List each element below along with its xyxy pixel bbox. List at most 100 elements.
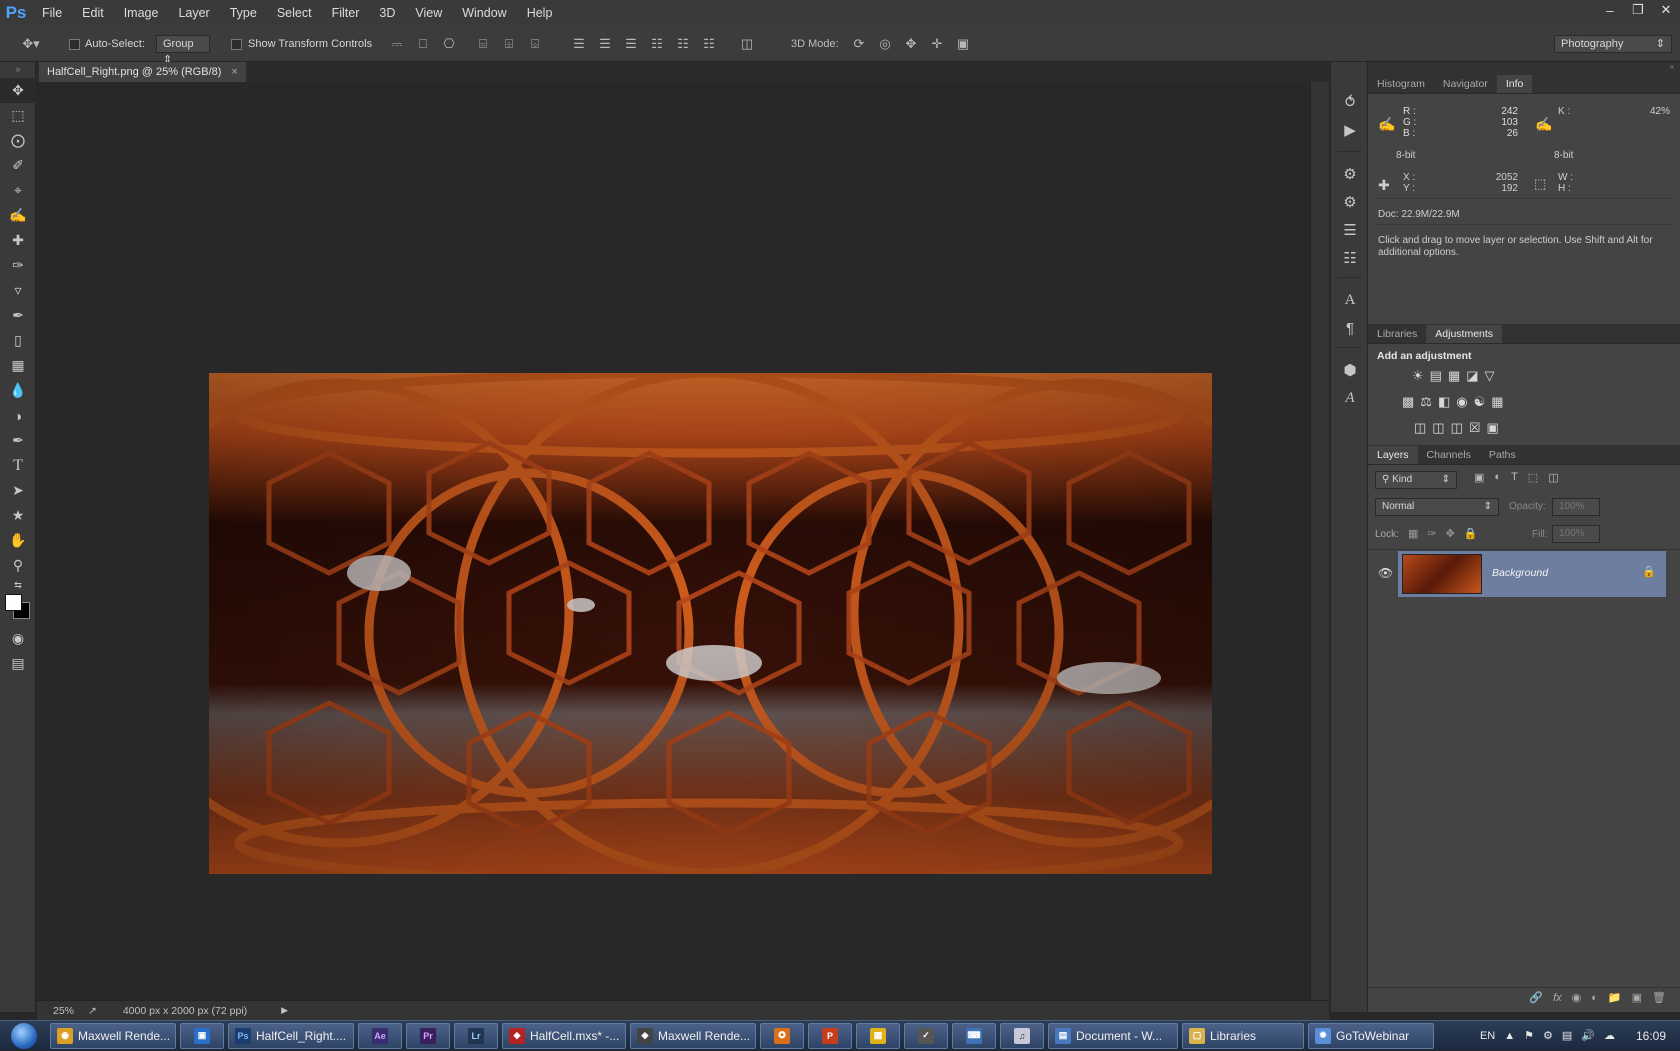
- history-brush-tool-icon[interactable]: ✒: [0, 303, 36, 328]
- exposure-icon[interactable]: ◪: [1466, 368, 1478, 384]
- minimize-icon[interactable]: –: [1596, 0, 1624, 20]
- type-tool-icon[interactable]: T: [0, 453, 36, 478]
- tray-expand-icon[interactable]: ▲: [1504, 1030, 1515, 1042]
- tab-info[interactable]: Info: [1496, 75, 1533, 93]
- glyphs-icon[interactable]: A: [1331, 384, 1369, 412]
- taskbar-item-maxwell-render[interactable]: ◆ Maxwell Rende...: [630, 1022, 756, 1049]
- invert-icon[interactable]: ◫: [1414, 420, 1426, 436]
- selective-color-icon[interactable]: ☒: [1469, 420, 1481, 436]
- hand-tool-icon[interactable]: ✋: [0, 528, 36, 553]
- fill-field[interactable]: 100%: [1552, 525, 1600, 543]
- shape-tool-icon[interactable]: ★: [0, 503, 36, 528]
- photo-filter-icon[interactable]: ◉: [1456, 394, 1467, 410]
- foreground-color-swatch[interactable]: [5, 594, 22, 611]
- document-tab[interactable]: HalfCell_Right.png @ 25% (RGB/8) ×: [39, 62, 246, 82]
- distribute-bottom-icon[interactable]: ☰: [622, 35, 640, 53]
- color-balance-icon[interactable]: ⚖: [1420, 394, 1432, 410]
- swap-colors-icon[interactable]: ⇆: [0, 578, 36, 592]
- show-transform-checkbox[interactable]: [231, 39, 242, 50]
- menu-view[interactable]: View: [405, 0, 452, 26]
- filter-pixel-icon[interactable]: ▣: [1474, 471, 1484, 484]
- 3d-roll-icon[interactable]: ◎: [876, 35, 894, 53]
- distribute-vcenter-icon[interactable]: ☰: [596, 35, 614, 53]
- properties-icon[interactable]: ⚙: [1331, 160, 1369, 188]
- start-button[interactable]: [0, 1021, 48, 1051]
- quick-selection-tool-icon[interactable]: ✐: [0, 153, 36, 178]
- tab-channels[interactable]: Channels: [1418, 446, 1480, 464]
- taskbar-item-app2[interactable]: ▦: [856, 1022, 900, 1049]
- paragraph-icon[interactable]: ¶: [1331, 314, 1369, 342]
- gradient-map-icon[interactable]: ▣: [1487, 420, 1499, 436]
- menu-3d[interactable]: 3D: [369, 0, 405, 26]
- volume-icon[interactable]: 🔊: [1581, 1029, 1595, 1042]
- dodge-tool-icon[interactable]: ◑: [0, 403, 36, 428]
- align-bottom-icon[interactable]: ⎔: [440, 35, 458, 53]
- filter-type-icon[interactable]: T: [1511, 471, 1518, 484]
- distribute-right-icon[interactable]: ☷: [700, 35, 718, 53]
- clone-source-icon[interactable]: ☷: [1331, 244, 1369, 272]
- filter-shape-icon[interactable]: ⬚: [1528, 471, 1538, 484]
- clone-stamp-tool-icon[interactable]: ▿: [0, 278, 36, 303]
- layer-name[interactable]: Background: [1492, 567, 1548, 579]
- path-selection-tool-icon[interactable]: ➤: [0, 478, 36, 503]
- align-top-icon[interactable]: ⎓: [388, 35, 406, 53]
- opacity-field[interactable]: 100%: [1552, 498, 1600, 516]
- distribute-top-icon[interactable]: ☰: [570, 35, 588, 53]
- move-tool-icon[interactable]: ✥: [0, 78, 36, 103]
- panels-collapse-icon[interactable]: «: [1368, 62, 1680, 74]
- link-layers-icon[interactable]: 🔗: [1529, 991, 1543, 1004]
- taskbar-item-lightroom[interactable]: Lr: [454, 1022, 498, 1049]
- align-left-icon[interactable]: ⌸: [474, 35, 492, 53]
- tab-navigator[interactable]: Navigator: [1434, 75, 1497, 93]
- 3d-icon[interactable]: ⬢: [1331, 356, 1369, 384]
- eraser-tool-icon[interactable]: ▯: [0, 328, 36, 353]
- new-adjustment-layer-icon[interactable]: ◐: [1591, 992, 1598, 1004]
- clock[interactable]: 16:09: [1636, 1029, 1666, 1043]
- delete-layer-icon[interactable]: 🗑: [1652, 991, 1666, 1004]
- lock-all-icon[interactable]: 🔒: [1464, 527, 1478, 540]
- close-icon[interactable]: ✕: [1652, 0, 1680, 20]
- canvas-vertical-scrollbar[interactable]: [1310, 82, 1329, 1000]
- export-icon[interactable]: ↗: [88, 1005, 97, 1017]
- tab-libraries[interactable]: Libraries: [1368, 325, 1426, 343]
- curves-icon[interactable]: ▦: [1448, 368, 1460, 384]
- layer-style-icon[interactable]: fx: [1553, 992, 1562, 1004]
- menu-type[interactable]: Type: [220, 0, 267, 26]
- tab-histogram[interactable]: Histogram: [1368, 75, 1434, 93]
- new-layer-icon[interactable]: ▣: [1632, 991, 1642, 1004]
- hue-saturation-icon[interactable]: ▩: [1402, 394, 1414, 410]
- zoom-tool-icon[interactable]: ⚲: [0, 553, 36, 578]
- brightness-contrast-icon[interactable]: ☀: [1412, 368, 1424, 384]
- distribute-hcenter-icon[interactable]: ☷: [674, 35, 692, 53]
- taskbar-item-powerpoint[interactable]: P: [808, 1022, 852, 1049]
- status-menu-arrow-icon[interactable]: ▶: [281, 1005, 288, 1016]
- menu-edit[interactable]: Edit: [72, 0, 114, 26]
- taskbar-item-halfcell-mxs[interactable]: ◆ HalfCell.mxs* -...: [502, 1022, 626, 1049]
- layer-visibility-eye-icon[interactable]: 👁: [1378, 566, 1393, 580]
- gradient-tool-icon[interactable]: ▦: [0, 353, 36, 378]
- levels-icon[interactable]: ▤: [1430, 368, 1442, 384]
- menu-help[interactable]: Help: [517, 0, 563, 26]
- taskbar-item-libraries[interactable]: ▢ Libraries: [1182, 1022, 1304, 1049]
- tray-app-icon[interactable]: ⚙: [1543, 1029, 1553, 1042]
- canvas-area[interactable]: [37, 82, 1329, 1000]
- lock-position-icon[interactable]: ✥: [1446, 527, 1455, 540]
- menu-filter[interactable]: Filter: [322, 0, 370, 26]
- menu-file[interactable]: File: [32, 0, 72, 26]
- menu-layer[interactable]: Layer: [168, 0, 219, 26]
- 3d-pan-icon[interactable]: ✥: [902, 35, 920, 53]
- taskbar-item-paint[interactable]: ✪: [760, 1022, 804, 1049]
- taskbar-item-app[interactable]: ▣: [180, 1022, 224, 1049]
- brush-settings-icon[interactable]: ☰: [1331, 216, 1369, 244]
- flag-icon[interactable]: ⚑: [1524, 1029, 1534, 1042]
- layer-row-background[interactable]: 👁 Background 🔒: [1368, 551, 1666, 597]
- 3d-slide-icon[interactable]: ✛: [928, 35, 946, 53]
- zoom-level[interactable]: 25%: [53, 1005, 74, 1017]
- taskbar-item-after-effects[interactable]: Ae: [358, 1022, 402, 1049]
- eyedropper-tool-icon[interactable]: ✍: [0, 203, 36, 228]
- posterize-icon[interactable]: ◫: [1432, 420, 1444, 436]
- tab-layers[interactable]: Layers: [1368, 446, 1418, 464]
- workspace-dropdown[interactable]: Photography ⇕: [1554, 35, 1672, 53]
- auto-align-icon[interactable]: ◫: [738, 35, 756, 53]
- brush-presets-icon[interactable]: ⚙: [1331, 188, 1369, 216]
